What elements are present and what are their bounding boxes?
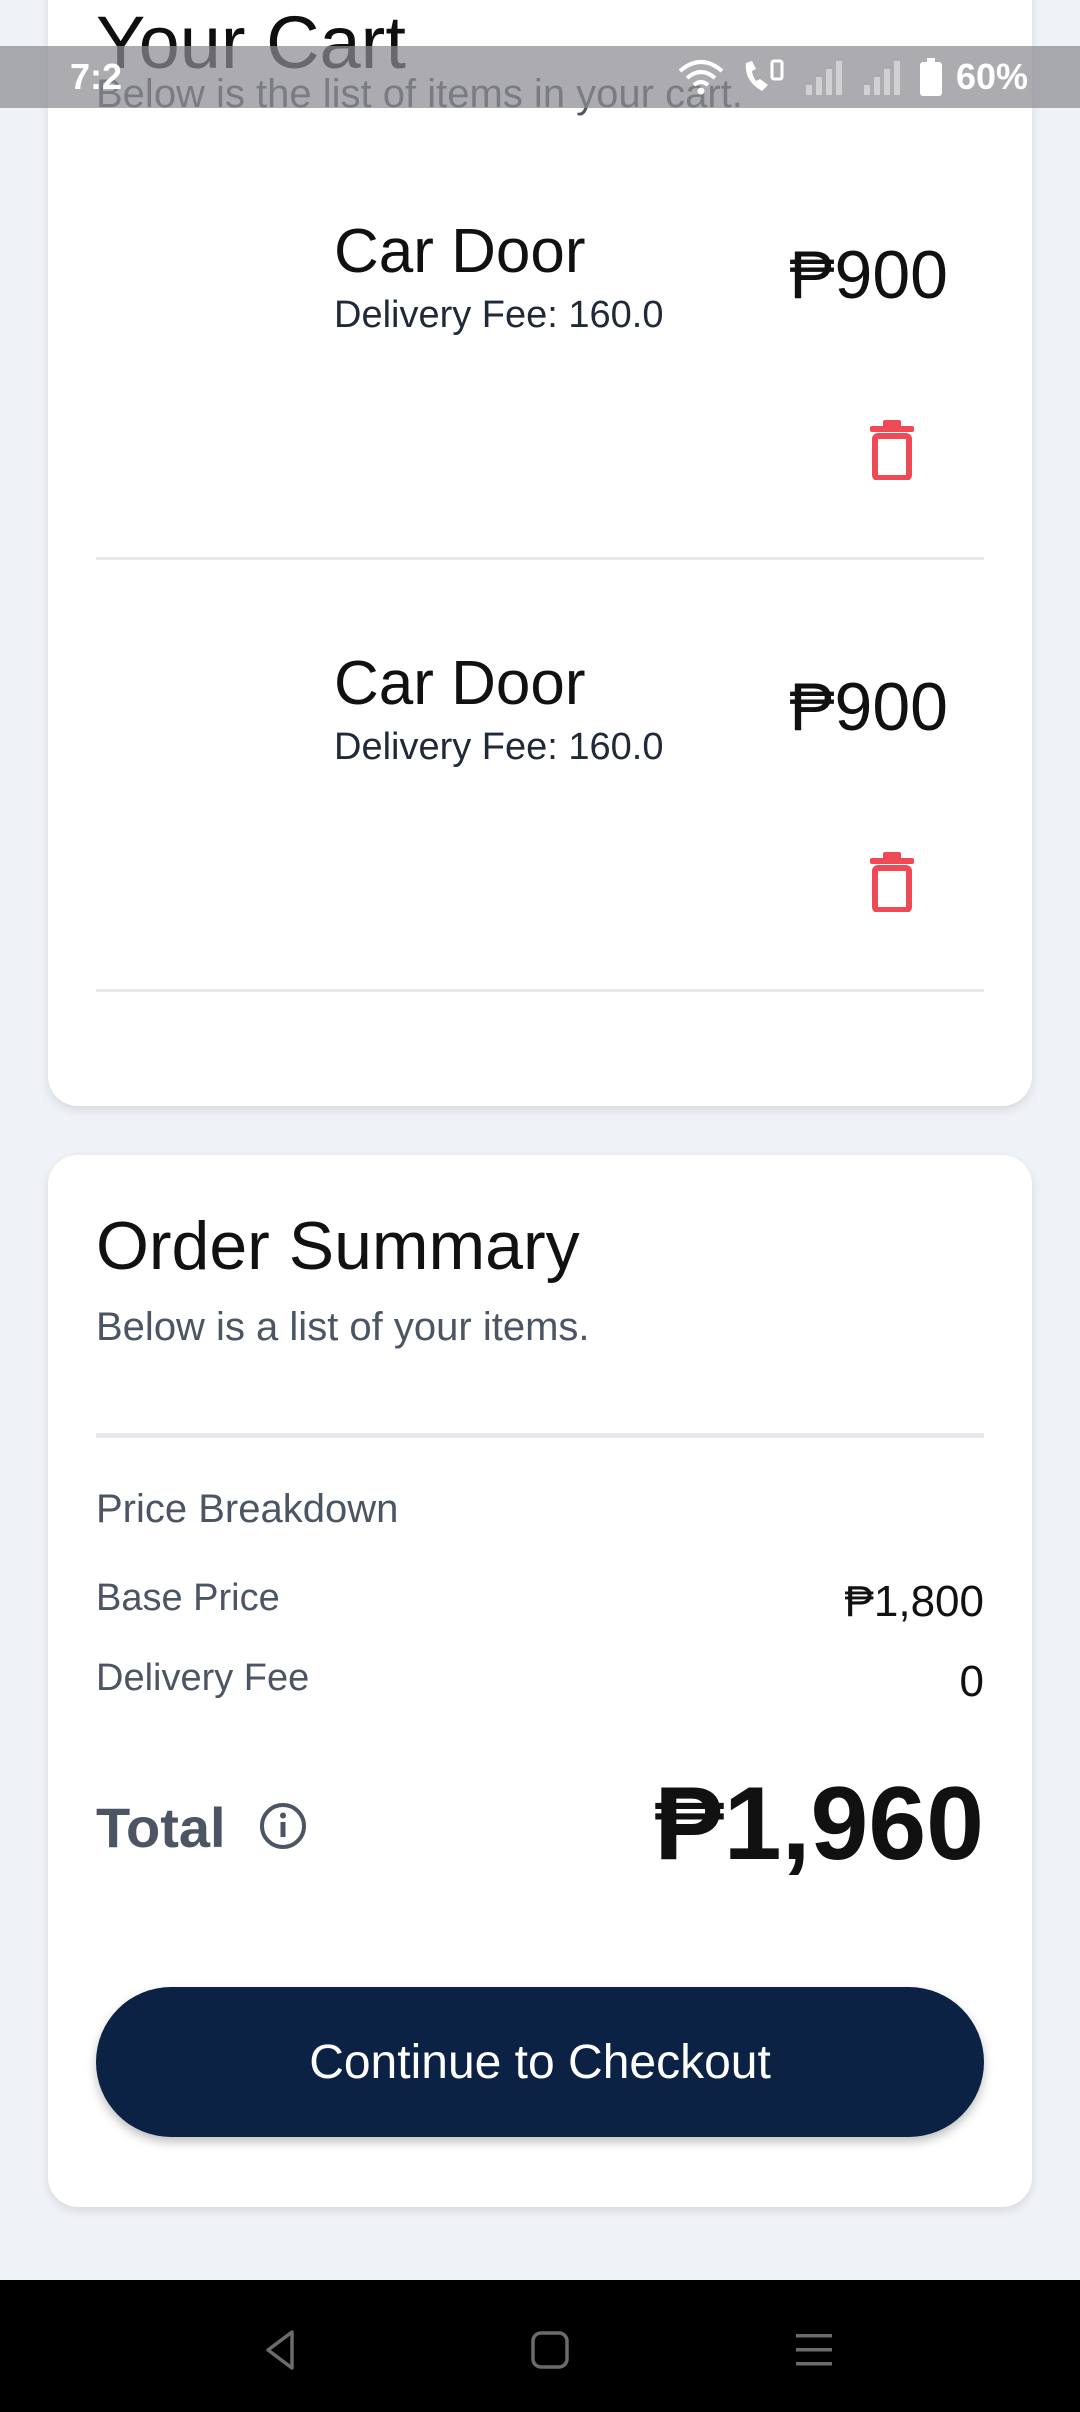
cart-item: Car Door Delivery Fee: 160.0 ₱900 [48,130,1032,560]
cart-card: Your Cart Below is the list of items in … [48,0,1032,1106]
continue-to-checkout-button[interactable]: Continue to Checkout [96,1987,984,2137]
item-divider [96,557,984,560]
battery-icon [919,58,942,96]
back-triangle-icon[interactable] [250,2320,310,2380]
summary-divider [96,1433,984,1438]
signal-icon [805,61,842,95]
item-delivery-fee: Delivery Fee: 160.0 [334,294,664,336]
delivery-fee-value: 0 [959,1657,984,1706]
battery-percentage: 60% [955,56,1028,97]
recent-apps-icon[interactable] [784,2320,844,2380]
item-name: Car Door [334,649,586,718]
base-price-label: Base Price [96,1577,280,1619]
trash-icon[interactable] [870,420,914,480]
wifi-icon [678,60,724,95]
item-divider [96,989,984,992]
info-circle-icon[interactable] [258,1801,308,1851]
trash-icon[interactable] [870,852,914,912]
summary-title: Order Summary [96,1208,580,1284]
item-price: ₱900 [789,669,948,745]
home-square-icon[interactable] [520,2320,580,2380]
page: Your Cart Below is the list of items in … [0,0,1080,2412]
cart-item: Car Door Delivery Fee: 160.0 ₱900 [48,562,1032,992]
signal-icon [863,61,900,95]
summary-subtitle: Below is a list of your items. [96,1305,590,1349]
system-nav-bar [0,2280,1080,2412]
delivery-fee-label: Delivery Fee [96,1657,310,1699]
total-value: ₱1,960 [654,1766,984,1882]
call-icon [745,59,784,91]
item-price: ₱900 [789,237,948,313]
item-delivery-fee: Delivery Fee: 160.0 [334,726,664,768]
total-label: Total [96,1796,226,1859]
status-bar: 7:2 60% [0,46,1080,108]
order-summary-card: Order Summary Below is a list of your it… [48,1155,1032,2207]
item-name: Car Door [334,217,586,286]
base-price-value: ₱1,800 [844,1577,984,1626]
price-breakdown-label: Price Breakdown [96,1487,399,1531]
status-time: 7:2 [70,56,123,97]
status-icons: 60% [676,56,1028,98]
